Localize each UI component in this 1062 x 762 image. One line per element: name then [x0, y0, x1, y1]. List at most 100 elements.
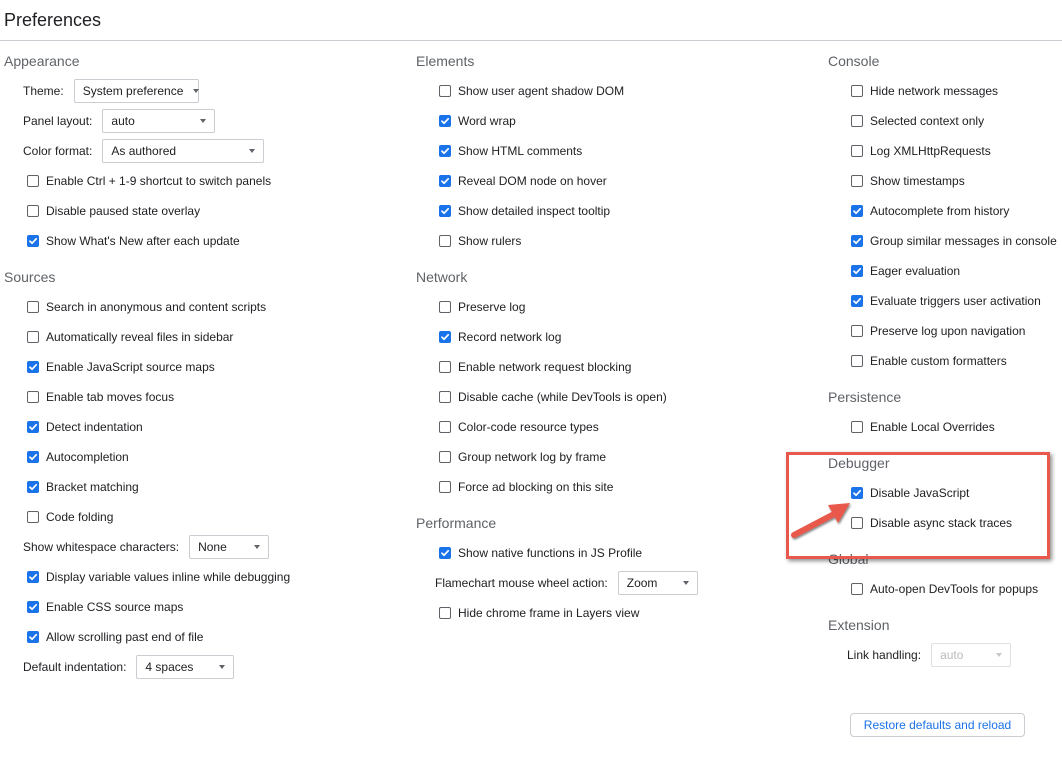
checkbox-unchecked[interactable] [27, 175, 39, 187]
checkbox-unchecked[interactable] [439, 361, 451, 373]
setting-show-what-s-new-after-each-update[interactable]: Show What's New after each update [0, 226, 400, 256]
setting-autocompletion[interactable]: Autocompletion [0, 442, 400, 472]
checkbox-unchecked[interactable] [851, 583, 863, 595]
checkbox-unchecked[interactable] [27, 331, 39, 343]
setting-show-user-agent-shadow-dom[interactable]: Show user agent shadow DOM [412, 76, 812, 106]
setting-bracket-matching[interactable]: Bracket matching [0, 472, 400, 502]
checkbox-checked[interactable] [27, 361, 39, 373]
checkbox-unchecked[interactable] [851, 517, 863, 529]
setting-selected-context-only[interactable]: Selected context only [824, 106, 1062, 136]
checkbox-unchecked[interactable] [851, 115, 863, 127]
setting-reveal-dom-node-on-hover[interactable]: Reveal DOM node on hover [412, 166, 812, 196]
checkmark-icon [853, 237, 862, 245]
setting-automatically-reveal-files-in-sidebar[interactable]: Automatically reveal files in sidebar [0, 322, 400, 352]
setting-group-similar-messages-in-console[interactable]: Group similar messages in console [824, 226, 1062, 256]
checkbox-unchecked[interactable] [27, 205, 39, 217]
setting-enable-css-source-maps[interactable]: Enable CSS source maps [0, 592, 400, 622]
setting-color-code-resource-types[interactable]: Color-code resource types [412, 412, 812, 442]
checkbox-unchecked[interactable] [439, 391, 451, 403]
checkbox-checked[interactable] [851, 487, 863, 499]
checkbox-unchecked[interactable] [851, 355, 863, 367]
setting-enable-javascript-source-maps[interactable]: Enable JavaScript source maps [0, 352, 400, 382]
checkbox-unchecked[interactable] [439, 85, 451, 97]
setting-show-rulers[interactable]: Show rulers [412, 226, 812, 256]
checkbox-checked[interactable] [439, 115, 451, 127]
chevron-down-icon [219, 665, 226, 669]
setting-code-folding[interactable]: Code folding [0, 502, 400, 532]
setting-enable-local-overrides[interactable]: Enable Local Overrides [824, 412, 1062, 442]
checkbox-unchecked[interactable] [851, 85, 863, 97]
restore-defaults-button[interactable]: Restore defaults and reload [850, 713, 1025, 737]
checkbox-unchecked[interactable] [851, 325, 863, 337]
default-indentation-select[interactable]: 4 spaces [136, 655, 235, 679]
setting-detect-indentation[interactable]: Detect indentation [0, 412, 400, 442]
setting-hide-network-messages[interactable]: Hide network messages [824, 76, 1062, 106]
page-title: Preferences [4, 10, 102, 30]
checkbox-checked[interactable] [851, 295, 863, 307]
setting-eager-evaluation[interactable]: Eager evaluation [824, 256, 1062, 286]
setting-show-html-comments[interactable]: Show HTML comments [412, 136, 812, 166]
checkbox-checked[interactable] [851, 205, 863, 217]
checkbox-unchecked[interactable] [27, 511, 39, 523]
checkbox-unchecked[interactable] [439, 421, 451, 433]
setting-show-detailed-inspect-tooltip[interactable]: Show detailed inspect tooltip [412, 196, 812, 226]
checkbox-checked[interactable] [851, 265, 863, 277]
setting-enable-network-request-blocking[interactable]: Enable network request blocking [412, 352, 812, 382]
setting-evaluate-triggers-user-activation[interactable]: Evaluate triggers user activation [824, 286, 1062, 316]
checkbox-checked[interactable] [439, 331, 451, 343]
flamechart-mouse-wheel-action-select[interactable]: Zoom [617, 571, 698, 595]
checkbox-checked[interactable] [439, 145, 451, 157]
setting-display-variable-values-inline-while-debugging[interactable]: Display variable values inline while deb… [0, 562, 400, 592]
setting-disable-async-stack-traces[interactable]: Disable async stack traces [824, 508, 1062, 538]
setting-preserve-log[interactable]: Preserve log [412, 292, 812, 322]
setting-enable-tab-moves-focus[interactable]: Enable tab moves focus [0, 382, 400, 412]
checkbox-checked[interactable] [27, 601, 39, 613]
checkbox-unchecked[interactable] [439, 301, 451, 313]
setting-preserve-log-upon-navigation[interactable]: Preserve log upon navigation [824, 316, 1062, 346]
checkbox-checked[interactable] [27, 481, 39, 493]
show-whitespace-characters-select[interactable]: None [189, 535, 270, 559]
setting-show-timestamps[interactable]: Show timestamps [824, 166, 1062, 196]
checkbox-unchecked[interactable] [27, 301, 39, 313]
checkbox-unchecked[interactable] [851, 421, 863, 433]
setting-log-xmlhttprequests[interactable]: Log XMLHttpRequests [824, 136, 1062, 166]
checkbox-checked[interactable] [851, 235, 863, 247]
checkbox-unchecked[interactable] [439, 235, 451, 247]
checkbox-checked[interactable] [439, 547, 451, 559]
setting-group-network-log-by-frame[interactable]: Group network log by frame [412, 442, 812, 472]
checkbox-unchecked[interactable] [851, 145, 863, 157]
checkbox-checked[interactable] [439, 205, 451, 217]
setting-enable-custom-formatters[interactable]: Enable custom formatters [824, 346, 1062, 376]
checkbox-unchecked[interactable] [439, 481, 451, 493]
section-title-sources: Sources [4, 269, 56, 285]
checkbox-checked[interactable] [439, 175, 451, 187]
setting-hide-chrome-frame-in-layers-view[interactable]: Hide chrome frame in Layers view [412, 598, 812, 628]
checkbox-unchecked[interactable] [27, 391, 39, 403]
checkmark-icon [29, 423, 38, 431]
setting-show-native-functions-in-js-profile[interactable]: Show native functions in JS Profile [412, 538, 812, 568]
select-value: System preference [82, 84, 184, 98]
checkbox-unchecked[interactable] [439, 451, 451, 463]
theme-select[interactable]: System preference [73, 79, 200, 103]
setting-record-network-log[interactable]: Record network log [412, 322, 812, 352]
checkbox-checked[interactable] [27, 421, 39, 433]
checkbox-checked[interactable] [27, 631, 39, 643]
checkbox-unchecked[interactable] [439, 607, 451, 619]
checkbox-unchecked[interactable] [851, 175, 863, 187]
setting-autocomplete-from-history[interactable]: Autocomplete from history [824, 196, 1062, 226]
checkbox-checked[interactable] [27, 571, 39, 583]
setting-disable-cache-while-devtools-is-open[interactable]: Disable cache (while DevTools is open) [412, 382, 812, 412]
setting-force-ad-blocking-on-this-site[interactable]: Force ad blocking on this site [412, 472, 812, 502]
setting-word-wrap[interactable]: Word wrap [412, 106, 812, 136]
setting-enable-ctrl-1-9-shortcut-to-switch-panels[interactable]: Enable Ctrl + 1-9 shortcut to switch pan… [0, 166, 400, 196]
panel-layout-select[interactable]: auto [102, 109, 216, 133]
setting-disable-javascript[interactable]: Disable JavaScript [824, 478, 1062, 508]
color-format-select[interactable]: As authored [102, 139, 265, 163]
checkbox-checked[interactable] [27, 235, 39, 247]
checkmark-icon [441, 177, 450, 185]
setting-allow-scrolling-past-end-of-file[interactable]: Allow scrolling past end of file [0, 622, 400, 652]
setting-auto-open-devtools-for-popups[interactable]: Auto-open DevTools for popups [824, 574, 1062, 604]
checkbox-checked[interactable] [27, 451, 39, 463]
setting-disable-paused-state-overlay[interactable]: Disable paused state overlay [0, 196, 400, 226]
setting-search-in-anonymous-and-content-scripts[interactable]: Search in anonymous and content scripts [0, 292, 400, 322]
